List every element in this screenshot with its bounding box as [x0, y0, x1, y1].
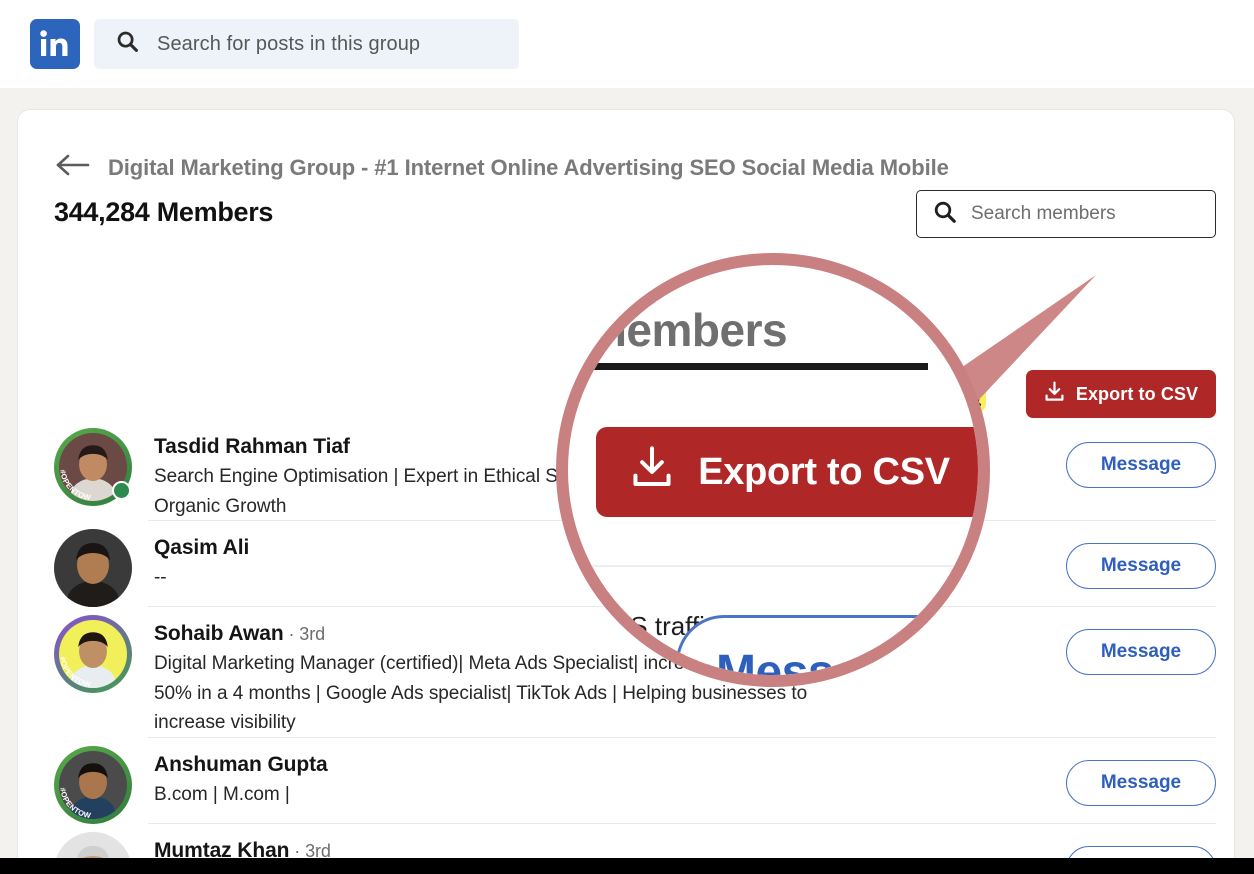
avatar[interactable] [54, 529, 132, 608]
member-info: Sohaib Awan · 3rd Digital Marketing Manag… [132, 607, 1066, 738]
avatar[interactable]: #OPENTOWORK [54, 428, 132, 506]
member-headline: B.com | M.com | [154, 783, 290, 805]
member-list: #OPENTOWORK Tasdid Rahman Tiaf Search Engi… [18, 420, 1234, 870]
member-search-placeholder: Search members [971, 203, 1116, 224]
member-row[interactable]: #OPENTOWORK Tasdid Rahman Tiaf Search Engi… [18, 420, 1234, 522]
bottom-black-bar [0, 858, 1254, 874]
member-name[interactable]: Tasdid Rahman Tiaf [154, 434, 1066, 460]
member-info: Qasim Ali -- [132, 521, 1066, 593]
group-header: Digital Marketing Group - #1 Internet On… [54, 152, 1214, 183]
message-button[interactable]: Message [1066, 629, 1216, 676]
member-search-input[interactable]: Search members [916, 190, 1216, 238]
global-search-field[interactable]: Search for posts in this group [94, 19, 519, 69]
message-button[interactable]: Message [1066, 759, 1216, 806]
member-count: 344,284 Members [54, 197, 274, 227]
member-info: Anshuman Gupta B.com | M.com | [132, 738, 1066, 810]
search-icon [116, 30, 139, 58]
global-search-placeholder: Search for posts in this group [157, 32, 421, 55]
export-to-csv-button[interactable]: Export to CSV [1026, 370, 1216, 418]
page-title: Digital Marketing Group - #1 Internet On… [108, 154, 949, 180]
members-card: Digital Marketing Group - #1 Internet On… [18, 110, 1234, 870]
avatar[interactable]: #OPENTOWORK [54, 745, 132, 824]
top-navigation-bar: Search for posts in this group [0, 0, 1254, 88]
message-button[interactable]: Message [1066, 442, 1216, 488]
online-status-dot [112, 481, 131, 500]
member-headline: Digital Marketing Manager (certified)| M… [154, 653, 808, 734]
page-root: Search for posts in this group Digital M… [0, 0, 1254, 874]
member-headline: Search Engine Optimisation | Expert in E… [154, 466, 604, 517]
connection-degree-badge: · 3rd [283, 624, 326, 645]
member-name[interactable]: Anshuman Gupta [154, 752, 1066, 778]
search-icon [933, 200, 957, 229]
member-name[interactable]: Sohaib Awan · 3rd [154, 621, 1066, 647]
member-info: Tasdid Rahman Tiaf Search Engine Optimisa… [132, 420, 1066, 521]
member-headline: -- [154, 567, 167, 589]
message-button[interactable]: Message [1066, 543, 1216, 590]
member-name[interactable]: Qasim Ali [154, 535, 1066, 561]
export-to-csv-label: Export to CSV [1075, 383, 1199, 404]
linkedin-logo[interactable] [30, 19, 80, 69]
avatar[interactable]: #OPENTOWORK [54, 615, 132, 694]
member-row[interactable]: #OPENTOWORK Anshuman Gupta B.com | M.com |… [18, 738, 1234, 824]
back-arrow-icon[interactable] [54, 152, 92, 183]
envelope-search-icon[interactable] [952, 378, 986, 412]
member-row[interactable]: #OPENTOWORK Sohaib Awan · 3rd Digital Mark… [18, 607, 1234, 738]
download-icon [1044, 381, 1065, 407]
member-row[interactable]: Qasim Ali -- Message [18, 521, 1234, 608]
